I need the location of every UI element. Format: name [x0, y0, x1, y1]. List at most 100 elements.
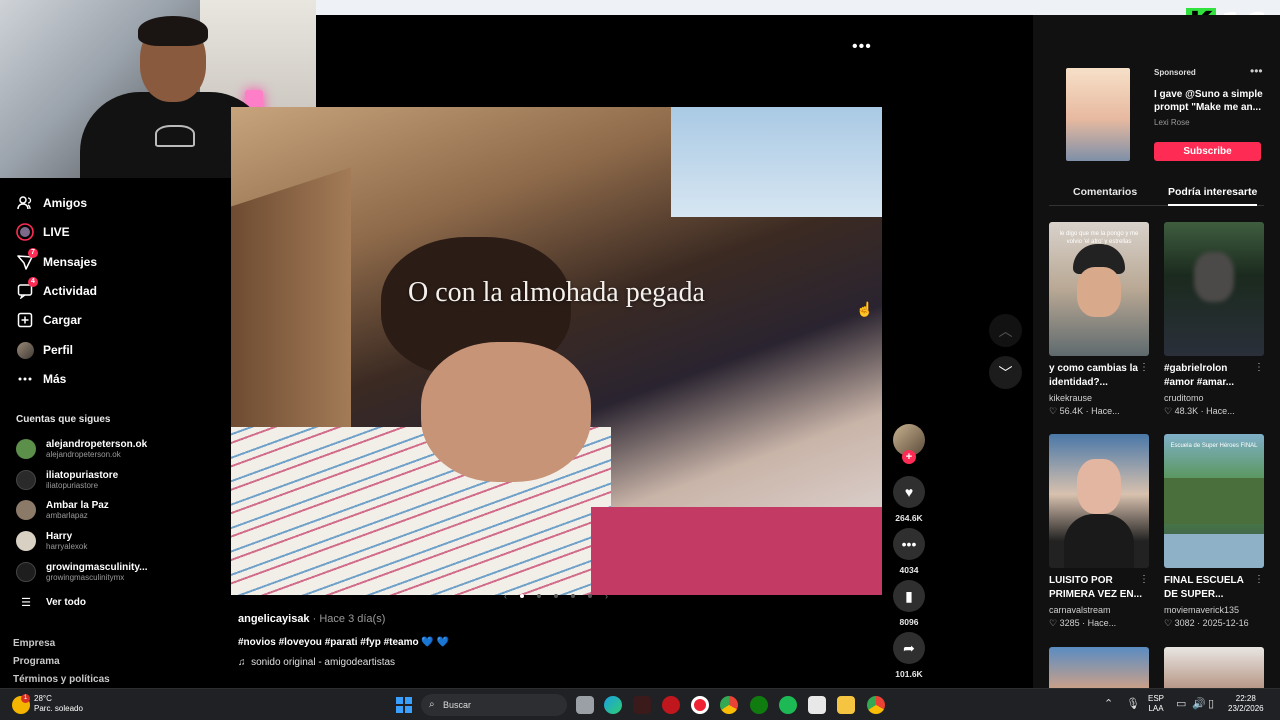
video-thumbnail[interactable]: le digo que me la pongo y me volvio 'el … [1049, 222, 1149, 356]
sponsored-thumbnail[interactable] [1066, 68, 1130, 161]
sidebar-item-messages[interactable]: 7 Mensajes [16, 248, 97, 274]
sidebar-item-upload[interactable]: Cargar [16, 308, 82, 332]
following-account[interactable]: Harry harryalexok [16, 528, 87, 554]
taskbar-search[interactable]: ⌕ Buscar [421, 694, 567, 716]
next-slide-icon[interactable]: › [605, 591, 608, 601]
microphone-icon[interactable]: 🎙 [1126, 697, 1140, 710]
card-menu-icon[interactable]: ⋮ [1254, 362, 1264, 373]
following-account[interactable]: iliatopuriastore iliatopuriastore [16, 467, 118, 493]
share-count: 101.6K [895, 669, 923, 679]
right-panel-tabs: Comentarios Podría interesarte [1049, 180, 1264, 206]
account-avatar [16, 470, 36, 490]
sidebar-item-activity[interactable]: 4 Actividad [16, 277, 97, 303]
clock[interactable]: 22:28 23/2/2026 [1228, 694, 1264, 714]
subscribe-button[interactable]: Subscribe [1154, 142, 1261, 161]
video-author[interactable]: angelicayisak [238, 613, 310, 625]
following-account[interactable]: alejandropeterson.ok alejandropeterson.ok [16, 436, 147, 462]
card-stats: ♡ 3285 · Hace... [1049, 618, 1117, 628]
heart-icon[interactable]: ♥ [893, 476, 925, 508]
see-all-label: Ver todo [46, 596, 87, 608]
card-menu-icon[interactable]: ⋮ [1139, 574, 1149, 585]
edge-icon[interactable] [604, 696, 622, 714]
suggested-video-card[interactable]: le digo que me la pongo y me volvio 'el … [1049, 222, 1149, 417]
like-action[interactable]: ♥ 264.6K [892, 476, 926, 523]
see-all-link[interactable]: ☰ Ver todo [16, 589, 86, 615]
next-video-button[interactable]: ﹀ [989, 356, 1022, 389]
opera-gx-icon[interactable] [691, 696, 709, 714]
account-name: alejandropeterson.ok [46, 438, 148, 450]
following-title: Cuentas que sigues [16, 414, 111, 425]
footer-link-program[interactable]: Programa [13, 656, 60, 667]
file-explorer-icon[interactable] [837, 696, 855, 714]
list-icon: ☰ [21, 596, 31, 609]
previous-video-button[interactable]: ︿ [989, 314, 1022, 347]
chrome-icon[interactable] [720, 696, 738, 714]
account-handle: ambarlapaz [46, 510, 88, 520]
card-author: moviemaverick135 [1164, 605, 1240, 615]
footer-link-company[interactable]: Empresa [13, 638, 55, 649]
suggested-video-card[interactable]: Escuela de Super Héroes FINAL FINAL ESCU… [1164, 434, 1264, 629]
sidebar-item-label: Más [43, 372, 67, 386]
author-follow[interactable]: + [892, 424, 926, 464]
suggested-video-thumbnail-partial[interactable] [1049, 647, 1149, 688]
game-app-icon[interactable] [633, 696, 651, 714]
video-time: · Hace 3 día(s) [309, 613, 386, 625]
card-stats: ♡ 48.3K · Hace... [1164, 406, 1235, 416]
tab-comments[interactable]: Comentarios [1073, 186, 1137, 198]
author-avatar[interactable]: + [893, 424, 925, 464]
card-author: carnavalstream [1049, 605, 1111, 615]
language-indicator[interactable]: ESP LAA [1148, 694, 1164, 714]
xbox-icon[interactable] [750, 696, 768, 714]
slide-indicator[interactable]: ‹ › [504, 590, 608, 602]
tab-suggested[interactable]: Podría interesarte [1168, 186, 1258, 206]
suggested-video-card[interactable]: LUISITO POR PRIMERA VEZ EN... ⋮ carnaval… [1049, 434, 1149, 629]
card-title: #gabrielrolon #amor #amar... [1164, 363, 1235, 388]
battery-icon[interactable]: ▯ [1208, 697, 1214, 710]
account-handle: alejandropeterson.ok [46, 449, 121, 459]
weather-widget[interactable]: 28°C Parc. soleado [34, 694, 83, 714]
video-thumbnail[interactable] [1049, 434, 1149, 568]
search-icon: ⌕ [429, 699, 435, 710]
task-view-icon[interactable] [576, 696, 594, 714]
save-action[interactable]: ▮ 8096 [892, 580, 926, 627]
sponsored-author[interactable]: Lexi Rose [1154, 118, 1190, 127]
suggested-video-card[interactable]: #gabrielrolon #amor #amar... ⋮ cruditomo… [1164, 222, 1264, 417]
following-account[interactable]: growingmasculinity... growingmasculinitym… [16, 559, 148, 585]
video-player[interactable]: O con la almohada pegada [231, 107, 882, 595]
card-author: kikekrause [1049, 393, 1093, 403]
comment-icon[interactable]: ••• [893, 528, 925, 560]
video-thumbnail[interactable]: Escuela de Super Héroes FINAL [1164, 434, 1264, 568]
ad-menu-icon[interactable]: ••• [1250, 64, 1263, 78]
video-sound[interactable]: ♫ sonido original - amigodeartistas [238, 657, 395, 668]
volume-icon[interactable]: 🔊 [1192, 697, 1206, 710]
card-menu-icon[interactable]: ⋮ [1139, 362, 1149, 373]
sidebar-item-more[interactable]: Más [16, 367, 66, 391]
sidebar-item-profile[interactable]: Perfil [16, 338, 73, 362]
chevron-up-icon[interactable]: ⌃ [1104, 697, 1113, 710]
following-account[interactable]: Ambar la Paz ambarlapaz [16, 497, 109, 523]
network-icon[interactable]: ▭ [1176, 697, 1186, 710]
red-app-icon[interactable] [662, 696, 680, 714]
bookmark-icon[interactable]: ▮ [893, 580, 925, 612]
video-more-button[interactable]: ••• [852, 38, 872, 56]
thumbnail-text: Escuela de Super Héroes FINAL [1170, 443, 1258, 449]
comment-action[interactable]: ••• 4034 [892, 528, 926, 575]
spotify-icon[interactable] [779, 696, 797, 714]
share-icon[interactable]: ➦ [893, 632, 925, 664]
share-action[interactable]: ➦ 101.6K [892, 632, 926, 679]
card-menu-icon[interactable]: ⋮ [1254, 574, 1264, 585]
windows-start-icon[interactable] [396, 697, 412, 713]
suggested-video-thumbnail-partial[interactable] [1164, 647, 1264, 688]
sidebar-item-friends[interactable]: Amigos [16, 191, 87, 215]
footer-link-terms[interactable]: Términos y políticas [13, 674, 110, 685]
video-thumbnail[interactable] [1164, 222, 1264, 356]
messages-icon: 7 [16, 248, 38, 271]
follow-plus-icon[interactable]: + [902, 450, 916, 464]
video-hashtags[interactable]: #novios #loveyou #parati #fyp #teamo 💙 💙 [238, 637, 449, 648]
sponsored-title[interactable]: I gave @Suno a simple prompt "Make me an… [1154, 88, 1264, 114]
prev-slide-icon[interactable]: ‹ [504, 591, 507, 601]
chrome-profile-icon[interactable] [867, 696, 885, 714]
sidebar-item-live[interactable]: LIVE [16, 220, 70, 244]
capcut-icon[interactable] [808, 696, 826, 714]
card-title: LUISITO POR PRIMERA VEZ EN... [1049, 575, 1142, 600]
